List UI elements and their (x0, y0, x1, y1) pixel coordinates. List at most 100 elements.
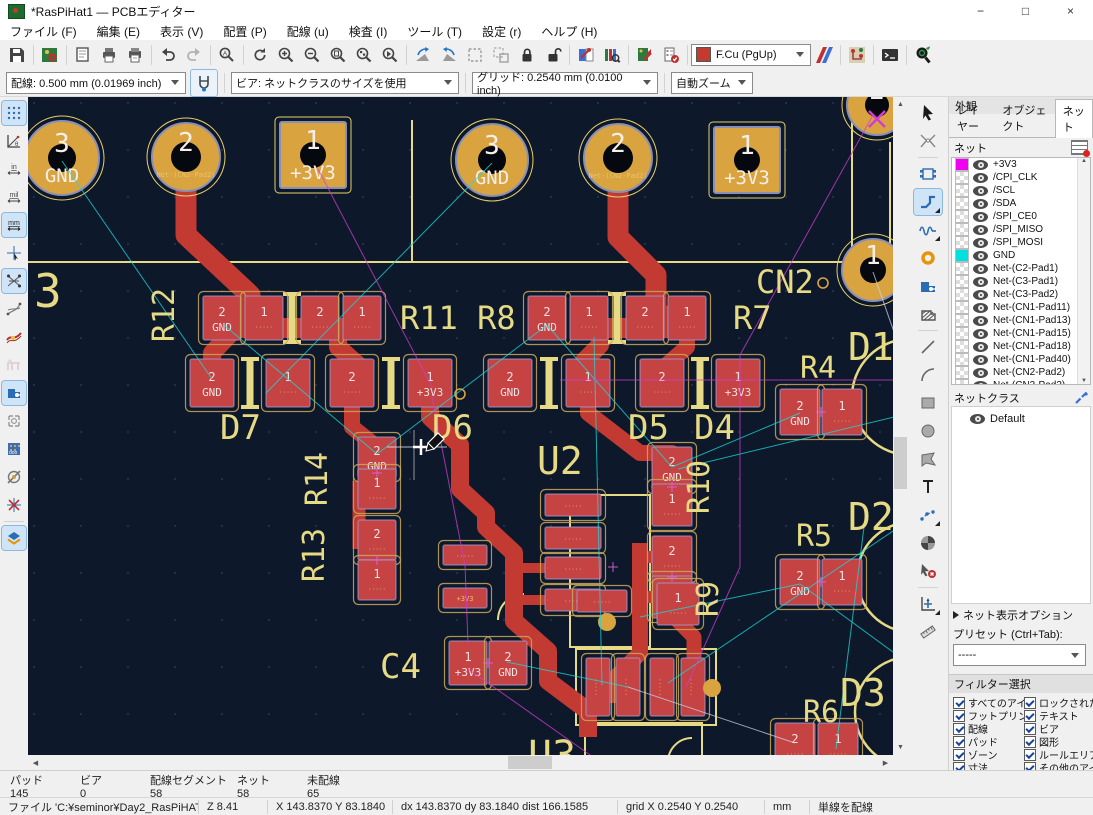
visibility-eye-icon[interactable] (973, 251, 988, 261)
menu-item[interactable]: 配線 (u) (277, 23, 339, 40)
scroll-up-arrow[interactable]: ▲ (1081, 158, 1087, 164)
plugin-search-button[interactable] (910, 42, 936, 68)
redo-button[interactable] (181, 42, 207, 68)
polar-coordinates-button[interactable]: θ (2, 129, 26, 153)
curved-ratsnest-button[interactable] (2, 297, 26, 321)
net-color-swatch[interactable] (955, 249, 969, 262)
track-width-mode-button[interactable] (190, 69, 218, 97)
layer-pair-button[interactable] (811, 42, 837, 68)
place-footprint-tool-button[interactable] (914, 161, 942, 187)
checkbox[interactable] (953, 697, 965, 709)
net-color-swatch[interactable] (955, 197, 969, 210)
zoom-fit-objects-button[interactable] (351, 42, 377, 68)
draw-circle-tool-button[interactable] (914, 418, 942, 444)
footprint-library-browser-button[interactable] (599, 42, 625, 68)
net-list[interactable]: +3V3/CPI_CLK/SCL/SDA/SPI_CE0/SPI_MISO/SP… (951, 157, 1091, 385)
undo-button[interactable] (155, 42, 181, 68)
zone-sketch-display-button[interactable] (2, 493, 26, 517)
draw-line-tool-button[interactable] (914, 334, 942, 360)
wrench-icon[interactable] (1074, 391, 1088, 405)
track-width-select[interactable]: 配線: 0.500 mm (0.01969 inch) (6, 72, 186, 94)
print-button[interactable] (96, 42, 122, 68)
net-color-swatch[interactable] (955, 210, 969, 223)
net-color-swatch[interactable] (955, 223, 969, 236)
menu-item[interactable]: 検査 (I) (339, 23, 398, 40)
menu-item[interactable]: 配置 (P) (213, 23, 276, 40)
visibility-eye-icon[interactable] (973, 212, 988, 222)
page-settings-button[interactable] (70, 42, 96, 68)
vertical-scroll-thumb[interactable] (894, 437, 907, 489)
scroll-right-arrow[interactable]: ▶ (878, 755, 893, 770)
zoom-preset-select[interactable]: 自動ズーム (671, 72, 753, 94)
rotate-ccw-button[interactable] (410, 42, 436, 68)
scripting-console-button[interactable] (877, 42, 903, 68)
checkbox[interactable] (953, 723, 965, 735)
maximize-button[interactable]: □ (1003, 0, 1048, 22)
draw-rectangle-tool-button[interactable] (914, 390, 942, 416)
grid-visibility-button[interactable] (2, 101, 26, 125)
fullscreen-cursor-button[interactable] (2, 241, 26, 265)
drc-button[interactable] (658, 42, 684, 68)
visibility-eye-icon[interactable] (970, 414, 985, 424)
net-color-swatch[interactable] (955, 314, 969, 327)
add-text-tool-button[interactable] (914, 474, 942, 500)
board-setup-button[interactable] (37, 42, 63, 68)
find-button[interactable]: A (214, 42, 240, 68)
net-row[interactable]: +3V3 (952, 158, 1090, 171)
rule-area-tool-button[interactable] (914, 301, 942, 327)
pcb-canvas-svg[interactable]: 2GND1·····2·····1·····2GND1·····2·····1·… (28, 97, 893, 755)
refresh-view-button[interactable] (247, 42, 273, 68)
net-row[interactable]: Net-(CN1-Pad13) (952, 314, 1090, 327)
appearance-tab[interactable]: オブジェクト (994, 98, 1054, 137)
preset-select[interactable]: ----- (953, 644, 1086, 666)
net-row[interactable]: /CPI_CLK (952, 171, 1090, 184)
net-row[interactable]: /SDA (952, 197, 1090, 210)
appearance-tab[interactable]: レイヤー (949, 98, 994, 137)
visibility-eye-icon[interactable] (973, 290, 988, 300)
net-row[interactable]: Net-(CN1-Pad11) (952, 301, 1090, 314)
units-mm-button[interactable]: mm (2, 213, 26, 237)
tune-length-tool-button[interactable] (914, 217, 942, 243)
zone-fill-display-button[interactable]: doo (2, 437, 26, 461)
minimize-button[interactable]: − (958, 0, 1003, 22)
net-row[interactable]: /SPI_CE0 (952, 210, 1090, 223)
scroll-down-arrow[interactable]: ▼ (893, 740, 908, 755)
net-row[interactable]: Net-(CN1-Pad40) (952, 353, 1090, 366)
update-footprints-button[interactable] (632, 42, 658, 68)
net-color-swatch[interactable] (955, 379, 969, 385)
net-row[interactable]: Net-(CN2-Pad2) (952, 366, 1090, 379)
netclass-row[interactable]: Default (952, 411, 1090, 427)
visibility-eye-icon[interactable] (973, 225, 988, 235)
menu-item[interactable]: 編集 (E) (87, 23, 150, 40)
visibility-eye-icon[interactable] (973, 368, 988, 378)
layer-select[interactable]: F.Cu (PgUp) (691, 44, 811, 66)
net-color-swatch[interactable] (955, 340, 969, 353)
net-color-swatch[interactable] (955, 184, 969, 197)
visibility-eye-icon[interactable] (973, 238, 988, 248)
netclass-list[interactable]: Default (951, 406, 1091, 604)
update-pcb-from-schematic-button[interactable] (573, 42, 599, 68)
measure-tool-button[interactable] (914, 619, 942, 645)
menu-item[interactable]: ファイル (F) (0, 23, 87, 40)
add-dimension-tool-button[interactable] (914, 502, 942, 528)
checkbox[interactable] (953, 710, 965, 722)
checkbox[interactable] (1024, 749, 1036, 761)
ungroup-button[interactable] (488, 42, 514, 68)
visibility-eye-icon[interactable] (973, 329, 988, 339)
net-row[interactable]: GND (952, 249, 1090, 262)
units-mils-button[interactable]: mil (2, 185, 26, 209)
visibility-eye-icon[interactable] (973, 264, 988, 274)
net-list-scrollbar[interactable]: ▲▼ (1077, 158, 1090, 384)
visibility-eye-icon[interactable] (973, 277, 988, 287)
menu-item[interactable]: ツール (T) (397, 23, 472, 40)
group-button[interactable] (462, 42, 488, 68)
net-color-swatch[interactable] (955, 262, 969, 275)
net-color-swatch[interactable] (955, 275, 969, 288)
net-display-options-toggle[interactable]: ネット表示オプション (949, 606, 1093, 624)
interactive-router-settings-button[interactable] (844, 42, 870, 68)
appearance-tab[interactable]: ネット (1055, 99, 1093, 138)
ratsnest-visibility-button[interactable] (2, 269, 26, 293)
net-color-swatch[interactable] (955, 353, 969, 366)
visibility-eye-icon[interactable] (973, 199, 988, 209)
canvas-vertical-scrollbar[interactable]: ▲ ▼ (893, 97, 908, 755)
